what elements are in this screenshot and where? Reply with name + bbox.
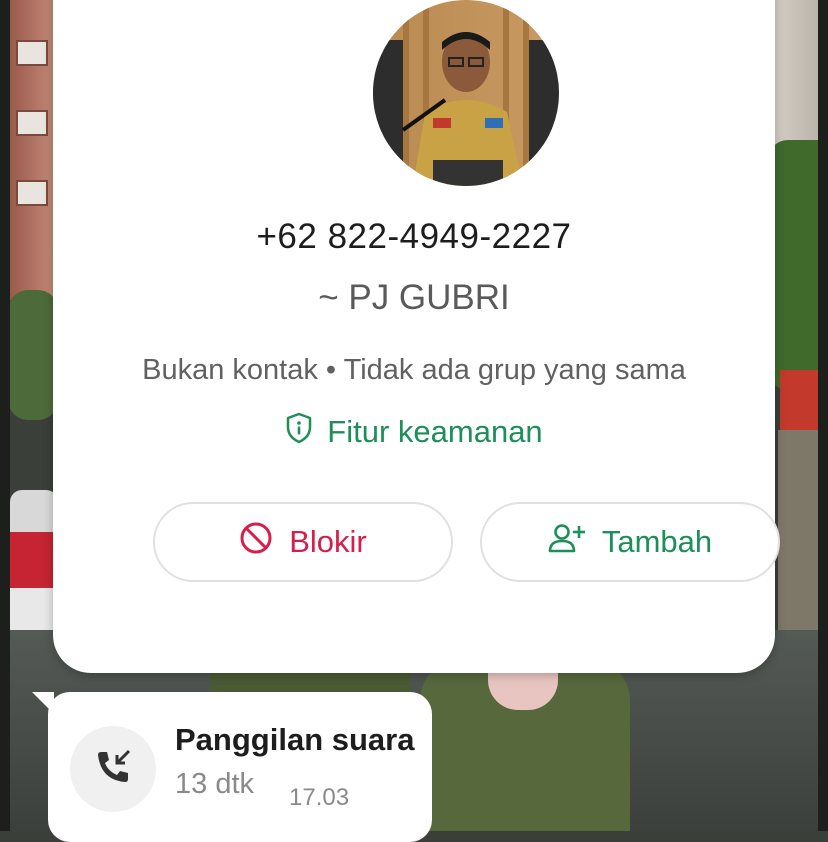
incoming-call-icon [93, 747, 133, 792]
contact-card: +62 822-4949-2227 ~ PJ GUBRI Bukan konta… [53, 0, 780, 673]
shield-icon [285, 412, 313, 452]
block-button[interactable]: Blokir [153, 502, 453, 582]
call-icon-circle [70, 726, 156, 812]
call-title: Panggilan suara [175, 722, 415, 757]
contact-info-text: Bukan kontak • Tidak ada grup yang sama [142, 354, 686, 386]
contact-phone-number: +62 822-4949-2227 [256, 217, 572, 256]
add-contact-label: Tambah [601, 524, 713, 559]
contact-push-name: ~ PJ GUBRI [318, 278, 510, 317]
security-features-link[interactable]: Fitur keamanan [53, 412, 775, 452]
block-button-label: Blokir [289, 524, 367, 559]
call-duration: 13 dtk [175, 768, 254, 800]
security-features-label: Fitur keamanan [327, 414, 543, 449]
contact-avatar[interactable] [373, 0, 559, 186]
block-icon [239, 521, 273, 563]
voice-call-message[interactable]: Panggilan suara 13 dtk 17.03 [48, 692, 432, 842]
add-person-icon [548, 522, 586, 562]
message-timestamp: 17.03 [289, 784, 350, 811]
add-contact-button[interactable]: Tambah [480, 502, 780, 582]
